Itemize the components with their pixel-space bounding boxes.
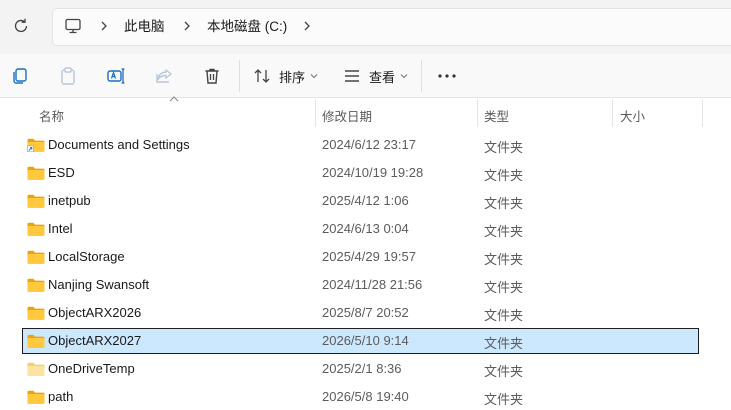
file-name: Documents and Settings — [48, 137, 190, 152]
folder-icon — [27, 166, 45, 180]
file-row[interactable]: inetpub 2025/4/12 1:06 文件夹 — [22, 188, 699, 214]
computer-icon — [65, 18, 81, 34]
file-row[interactable]: path 2026/5/8 19:40 文件夹 — [22, 384, 699, 410]
file-type: 文件夹 — [484, 168, 524, 183]
folder-icon — [27, 278, 45, 292]
sort-label: 排序 — [279, 69, 306, 85]
view-icon — [345, 70, 359, 82]
chevron-right-icon[interactable] — [99, 18, 109, 34]
delete-icon[interactable] — [202, 66, 222, 86]
column-divider[interactable] — [612, 99, 613, 127]
file-row[interactable]: ObjectARX2027 2026/5/10 9:14 文件夹 — [22, 328, 699, 354]
file-type: 文件夹 — [484, 392, 524, 407]
file-row[interactable]: Documents and Settings 2024/6/12 23:17 文件夹 — [22, 132, 699, 158]
file-row[interactable]: LocalStorage 2025/4/29 19:57 文件夹 — [22, 244, 699, 270]
folder-icon — [27, 194, 45, 208]
file-modified-date: 2026/5/8 19:40 — [322, 389, 409, 404]
file-modified-date: 2025/4/12 1:06 — [322, 193, 409, 208]
folder-icon — [27, 390, 45, 404]
toolbar-divider — [239, 60, 240, 92]
sort-button[interactable]: 排序 — [253, 64, 318, 88]
file-modified-date: 2025/4/29 19:57 — [322, 249, 416, 264]
chevron-right-icon[interactable] — [182, 18, 192, 34]
file-name: path — [48, 389, 74, 404]
file-row[interactable]: Intel 2024/6/13 0:04 文件夹 — [22, 216, 699, 242]
file-modified-date: 2025/2/1 8:36 — [322, 361, 402, 376]
file-modified-date: 2024/6/13 0:04 — [322, 221, 409, 236]
file-type: 文件夹 — [484, 224, 524, 239]
folder-icon — [27, 250, 45, 264]
folder-icon — [27, 306, 45, 320]
file-name: inetpub — [48, 193, 91, 208]
file-type: 文件夹 — [484, 140, 524, 155]
column-divider[interactable] — [702, 99, 703, 127]
rename-icon[interactable] — [106, 66, 126, 86]
file-type: 文件夹 — [484, 336, 524, 351]
file-row[interactable]: ESD 2024/10/19 19:28 文件夹 — [22, 160, 699, 186]
folder-icon — [27, 362, 45, 376]
column-modified[interactable]: 修改日期 — [322, 106, 372, 125]
view-button[interactable]: 查看 — [343, 64, 408, 88]
chevron-down-icon — [310, 74, 318, 79]
toolbar-divider — [421, 60, 422, 92]
file-name: ESD — [48, 165, 75, 180]
file-row[interactable]: ObjectARX2026 2025/8/7 20:52 文件夹 — [22, 300, 699, 326]
folder-icon — [27, 222, 45, 236]
share-icon — [156, 69, 172, 83]
file-modified-date: 2025/8/7 20:52 — [322, 305, 409, 320]
more-options-icon[interactable] — [438, 74, 456, 78]
chevron-right-icon[interactable] — [302, 18, 312, 34]
sort-icon — [254, 69, 270, 83]
column-size[interactable]: 大小 — [620, 106, 645, 125]
file-name: ObjectARX2026 — [48, 305, 142, 320]
file-name: OneDriveTemp — [48, 361, 135, 376]
file-name: Nanjing Swansoft — [48, 277, 150, 292]
view-label: 查看 — [369, 69, 396, 85]
column-divider[interactable] — [477, 99, 478, 127]
sort-ascending-icon — [169, 96, 179, 102]
chevron-down-icon — [400, 74, 408, 79]
copy-icon[interactable] — [10, 66, 30, 86]
column-name[interactable]: 名称 — [39, 106, 64, 125]
refresh-icon[interactable] — [12, 17, 30, 35]
folder-icon — [27, 138, 45, 152]
paste-icon — [61, 67, 75, 85]
file-name: LocalStorage — [48, 249, 125, 264]
file-modified-date: 2026/5/10 9:14 — [322, 333, 409, 348]
file-name: Intel — [48, 221, 73, 236]
file-modified-date: 2024/11/28 21:56 — [322, 277, 423, 292]
column-type[interactable]: 类型 — [484, 106, 509, 125]
column-divider[interactable] — [315, 99, 316, 127]
file-type: 文件夹 — [484, 308, 524, 323]
file-row[interactable]: Nanjing Swansoft 2024/11/28 21:56 文件夹 — [22, 272, 699, 298]
file-type: 文件夹 — [484, 252, 524, 267]
file-modified-date: 2024/6/12 23:17 — [322, 137, 416, 152]
breadcrumb-this-pc[interactable]: 此电脑 — [124, 18, 165, 35]
file-name: ObjectARX2027 — [48, 333, 142, 348]
folder-icon — [27, 334, 45, 348]
file-row[interactable]: OneDriveTemp 2025/2/1 8:36 文件夹 — [22, 356, 699, 382]
file-type: 文件夹 — [484, 364, 524, 379]
file-modified-date: 2024/10/19 19:28 — [322, 165, 424, 180]
file-type: 文件夹 — [484, 196, 524, 211]
breadcrumb-local-disk-c[interactable]: 本地磁盘 (C:) — [207, 18, 287, 35]
file-type: 文件夹 — [484, 280, 524, 295]
